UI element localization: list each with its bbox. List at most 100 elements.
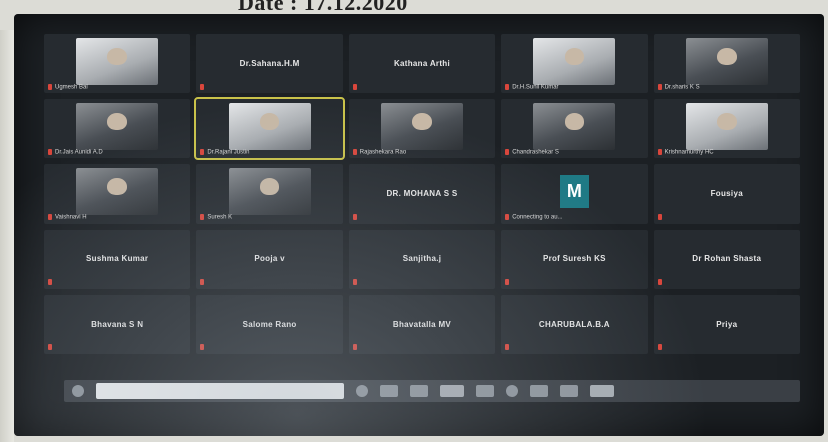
participant-name: Dr.Rajani Justin	[207, 149, 250, 156]
mic-muted-icon	[200, 83, 205, 90]
record-icon[interactable]	[530, 385, 548, 397]
participant-name-label: Vaishnavi H	[48, 214, 87, 221]
mic-muted-icon	[48, 279, 52, 286]
mic-muted-icon	[505, 83, 510, 90]
participant-tile[interactable]: Dr.Jais Aunidi A.D	[44, 99, 191, 159]
participant-tile[interactable]: Dr.Rajani Justin	[194, 97, 345, 161]
mic-muted-icon	[48, 83, 52, 90]
participant-video	[228, 102, 311, 151]
participant-name: Chandrashekar S	[512, 149, 559, 156]
mute-icon[interactable]	[356, 385, 368, 397]
participant-tile[interactable]: Kathana Arthi	[348, 34, 496, 94]
participant-tile[interactable]: Pooja v	[196, 229, 343, 289]
participant-tile[interactable]: Sushma Kumar	[44, 229, 191, 289]
participant-name-label: Dr.Rajani Justin	[200, 148, 250, 156]
participant-name: Bhavatalla MV	[392, 319, 452, 329]
participant-mic-label	[352, 83, 360, 91]
participant-tile[interactable]: Dr.Sahana.H.M	[196, 34, 343, 94]
participant-mic-label	[352, 279, 360, 286]
participant-tile[interactable]: Fousiya	[653, 164, 800, 224]
participant-mic-label	[352, 344, 360, 351]
participant-mic-label	[657, 279, 665, 286]
participant-tile[interactable]: Prof Suresh KS	[501, 229, 648, 289]
reactions-icon[interactable]	[560, 385, 578, 397]
participant-video	[76, 167, 159, 216]
participant-mic-label	[505, 344, 512, 351]
share-icon[interactable]	[506, 385, 518, 397]
participant-name: Dr.Sahana.H.M	[239, 58, 300, 68]
participant-name: Rajashekara Rao	[359, 149, 407, 156]
meeting-window: Ugmesh Bal Dr.Sahana.H.M Kathana Arthi Dr.H…	[14, 14, 824, 436]
participant-name-label: Dr.Jais Aunidi A.D	[48, 148, 103, 155]
participant-tile[interactable]: Priya	[653, 294, 800, 354]
participant-name-label: Connecting to au...	[505, 214, 563, 221]
participant-mic-label	[48, 344, 55, 351]
participant-name-label: Suresh K	[200, 214, 232, 221]
chat-icon[interactable]	[476, 385, 494, 397]
participant-name-label: Ugmesh Bal	[48, 83, 88, 91]
participants-icon[interactable]	[440, 385, 464, 397]
participant-name: Krishnamurthy HC	[664, 149, 714, 156]
participant-tile[interactable]: Krishnamurthy HC	[653, 99, 800, 159]
mic-muted-icon	[352, 148, 357, 155]
participant-name: Salome Rano	[242, 319, 297, 329]
participant-video	[228, 167, 311, 216]
participant-tile[interactable]: CHARUBALA.B.A	[501, 294, 648, 354]
participant-mic-label	[657, 214, 665, 221]
participant-avatar: M	[559, 175, 590, 209]
participant-name: Sanjitha.j	[402, 254, 442, 264]
participant-tile[interactable]: Bhavatalla MV	[348, 294, 496, 354]
participant-name-label: Rajashekara Rao	[352, 148, 407, 156]
participant-tile[interactable]: DR. MOHANA S S	[348, 164, 496, 224]
participant-video	[533, 102, 616, 151]
mic-muted-icon	[200, 279, 205, 286]
participant-tile[interactable]: Dr.H.Sunil Kumar	[501, 34, 648, 94]
search-input[interactable]	[96, 383, 344, 399]
participant-video	[381, 102, 463, 151]
participant-name: Fousiya	[710, 189, 743, 199]
gallery-grid: Ugmesh Bal Dr.Sahana.H.M Kathana Arthi Dr.H…	[44, 34, 800, 354]
mic-muted-icon	[48, 214, 52, 221]
participant-tile[interactable]: M Connecting to au...	[501, 164, 648, 224]
mic-muted-icon	[505, 214, 510, 221]
participant-tile[interactable]: Bhavana S N	[44, 294, 191, 354]
meeting-toolbar	[64, 380, 800, 402]
participant-name-label: Dr.sharis K S	[657, 83, 700, 91]
participant-name: Bhavana S N	[91, 319, 144, 329]
video-icon[interactable]	[380, 385, 398, 397]
mic-muted-icon	[200, 148, 205, 155]
participant-name: Suresh K	[207, 214, 233, 221]
participant-tile[interactable]: Suresh K	[196, 164, 343, 224]
mic-muted-icon	[48, 148, 52, 155]
security-icon[interactable]	[410, 385, 428, 397]
participant-tile[interactable]: Salome Rano	[196, 294, 343, 354]
participant-mic-label	[200, 279, 207, 286]
participant-video	[76, 37, 159, 85]
participant-name: Prof Suresh KS	[542, 254, 606, 264]
leave-icon[interactable]	[590, 385, 614, 397]
participant-video	[533, 37, 616, 85]
participant-name: CHARUBALA.B.A	[538, 319, 610, 329]
participant-video	[685, 37, 768, 85]
participant-tile[interactable]: Sanjitha.j	[348, 229, 496, 289]
participant-name-label: Chandrashekar S	[505, 148, 559, 156]
participant-tile[interactable]: Vaishnavi H	[44, 164, 191, 224]
mic-muted-icon	[657, 279, 662, 286]
mic-muted-icon	[200, 214, 205, 221]
participant-name: Dr.sharis K S	[664, 84, 700, 91]
participant-name: Ugmesh Bal	[55, 84, 88, 91]
participant-tile[interactable]: Dr Rohan Shasta	[653, 229, 800, 289]
mic-muted-icon	[657, 148, 662, 155]
mic-muted-icon	[505, 148, 510, 155]
participant-tile[interactable]: Rajashekara Rao	[348, 99, 496, 159]
participant-video	[76, 102, 159, 151]
mic-muted-icon	[657, 214, 662, 221]
participant-mic-label	[657, 344, 665, 351]
participant-tile[interactable]: Chandrashekar S	[501, 99, 648, 159]
start-menu-icon[interactable]	[72, 385, 84, 397]
mic-muted-icon	[352, 279, 357, 286]
participant-tile[interactable]: Dr.sharis K S	[653, 34, 800, 94]
participant-tile[interactable]: Ugmesh Bal	[44, 34, 191, 94]
mic-muted-icon	[657, 83, 662, 90]
participant-name: Dr.H.Sunil Kumar	[512, 84, 559, 91]
